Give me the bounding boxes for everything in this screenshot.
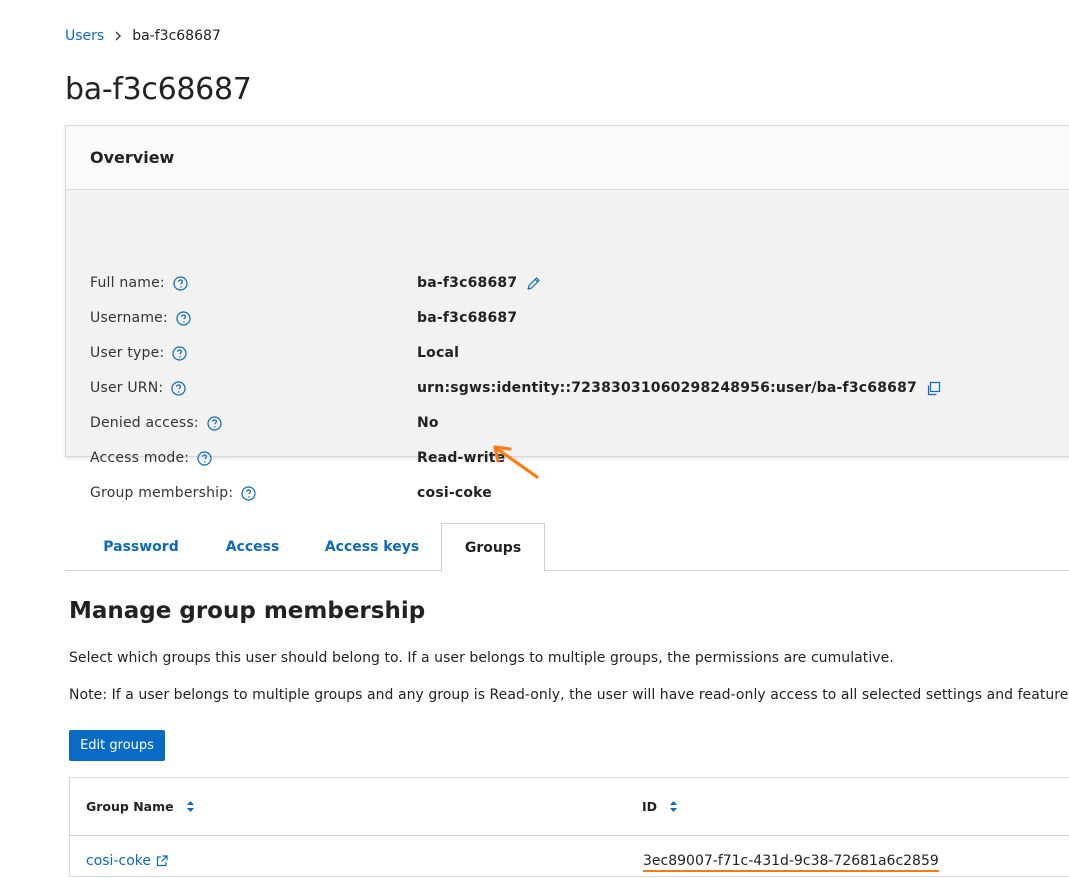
denied-access-label: Denied access:	[90, 415, 199, 431]
note-text: Note: If a user belongs to multiple grou…	[69, 687, 1069, 703]
group-membership-value: cosi-coke	[417, 485, 493, 501]
overview-row-username: Username: ba-f3c68687	[90, 307, 517, 329]
breadcrumb-current: ba-f3c68687	[132, 28, 221, 44]
help-icon[interactable]	[176, 310, 191, 326]
sort-icon[interactable]	[186, 800, 195, 813]
overview-body: Full name: ba-f3c68687 Username: ba-f3c6…	[66, 190, 1069, 501]
group-name-link[interactable]: cosi-coke	[86, 853, 168, 869]
group-name-cell: cosi-coke	[86, 853, 168, 869]
help-icon[interactable]	[172, 345, 187, 361]
user-urn-label: User URN:	[90, 380, 164, 396]
group-membership-label: Group membership:	[90, 485, 234, 501]
overview-row-full-name: Full name: ba-f3c68687	[90, 272, 541, 294]
overview-row-denied-access: Denied access: No	[90, 412, 439, 434]
help-icon[interactable]	[197, 450, 212, 466]
overview-row-user-type: User type: Local	[90, 342, 459, 364]
chevron-right-icon	[114, 31, 122, 41]
column-header-label: ID	[642, 799, 658, 814]
column-header-label: Group Name	[86, 799, 174, 814]
overview-row-group-membership: Group membership: cosi-coke	[90, 482, 492, 504]
denied-access-value: No	[417, 415, 439, 431]
full-name-label: Full name:	[90, 275, 165, 291]
help-icon[interactable]	[171, 380, 186, 396]
tab-password[interactable]: Password	[83, 523, 199, 571]
access-mode-label: Access mode:	[90, 450, 190, 466]
breadcrumb-users-link[interactable]: Users	[65, 28, 104, 44]
pencil-icon[interactable]	[526, 276, 541, 291]
section-title: Manage group membership	[69, 598, 426, 624]
column-header-group-name[interactable]: Group Name	[86, 778, 195, 835]
help-icon[interactable]	[173, 275, 188, 291]
tab-groups[interactable]: Groups	[441, 523, 545, 572]
user-type-value: Local	[417, 345, 460, 361]
overview-row-access-mode: Access mode: Read-write	[90, 447, 505, 469]
group-id-value: 3ec89007-f71c-431d-9c38-72681a6c2859	[643, 853, 939, 872]
username-label: Username:	[90, 310, 168, 326]
overview-title: Overview	[90, 148, 175, 167]
external-link-icon	[156, 855, 168, 867]
user-urn-value: urn:sgws:identity::72383031060298248956:…	[417, 380, 917, 396]
page-title: ba-f3c68687	[65, 72, 252, 107]
tab-bar: Password Access Access keys Groups	[65, 523, 1069, 572]
overview-panel: Overview Full name: ba-f3c68687 Username…	[65, 125, 1069, 501]
overview-row-user-urn: User URN: urn:sgws:identity::72383031060…	[90, 377, 941, 399]
table-row: cosi-coke 3ec89007-f71c-431d-9c38-72681a…	[70, 836, 1069, 878]
username-value: ba-f3c68687	[417, 310, 518, 326]
group-name-text: cosi-coke	[86, 853, 151, 869]
full-name-value: ba-f3c68687	[417, 275, 518, 291]
table-header: Group Name ID	[70, 778, 1069, 836]
tab-access[interactable]: Access	[205, 523, 300, 571]
help-icon[interactable]	[207, 415, 222, 431]
tab-access-keys[interactable]: Access keys	[307, 523, 437, 571]
sort-icon[interactable]	[669, 800, 678, 813]
groups-table: Group Name ID cosi-coke 3ec89007-f71c-43…	[69, 777, 1069, 877]
user-type-label: User type:	[90, 345, 165, 361]
annotation-arrow-icon	[493, 445, 539, 479]
description-text: Select which groups this user should bel…	[69, 650, 894, 666]
breadcrumb: Users ba-f3c68687	[65, 28, 221, 44]
column-header-id[interactable]: ID	[642, 778, 678, 835]
help-icon[interactable]	[241, 485, 256, 501]
group-id-cell: 3ec89007-f71c-431d-9c38-72681a6c2859	[643, 853, 939, 872]
overview-header: Overview	[66, 126, 1069, 190]
copy-icon[interactable]	[926, 381, 941, 396]
edit-groups-button[interactable]: Edit groups	[69, 730, 165, 761]
